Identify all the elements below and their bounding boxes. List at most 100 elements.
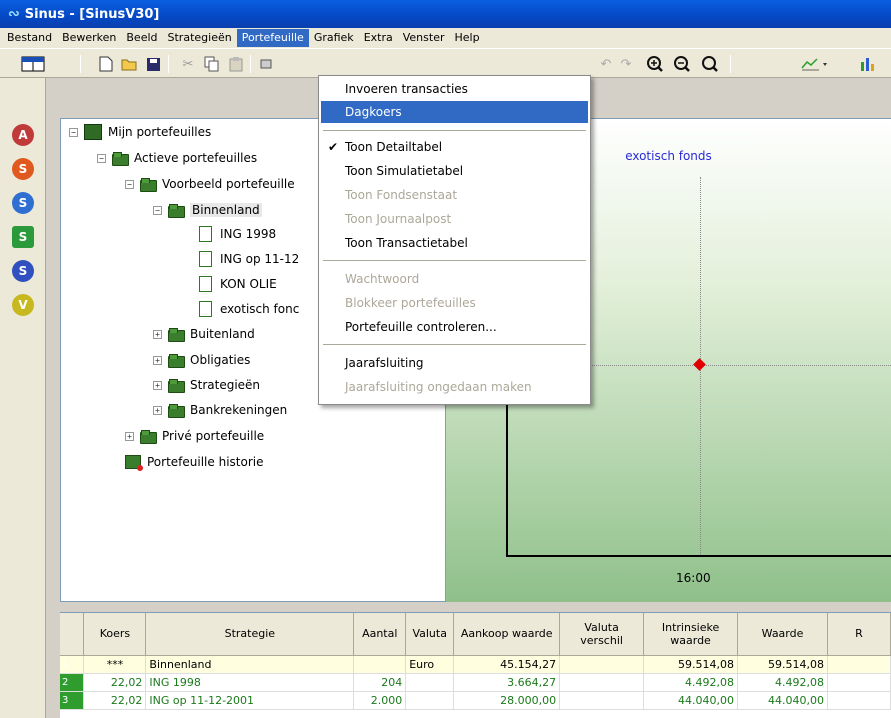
folder-icon [168,379,185,393]
tree-node-buitenland[interactable]: + Buitenland [153,325,255,343]
tree-node-root[interactable]: − Mijn portefeuilles [69,123,211,141]
menu-strategieen[interactable]: Strategieën [163,29,237,47]
tree-node-strategieen[interactable]: + Strategieën [153,376,260,394]
menu-portefeuille[interactable]: Portefeuille [236,29,309,47]
menu-item-toon-detailtabel[interactable]: ✔ Toon Detailtabel [321,136,588,158]
table-row[interactable]: 2 22,02 ING 1998 204 3.664,27 4.492,08 4… [60,673,891,692]
row-number: 3 [60,691,85,710]
expand-icon[interactable]: + [153,380,162,390]
header-aankoop[interactable]: Aankoop waarde [453,613,561,656]
table-header: Koers Strategie Aantal Valuta Aankoop wa… [60,613,891,656]
collapse-icon[interactable]: − [125,179,134,189]
window-title: Sinus - [SinusV30] [24,6,160,22]
strategy-green-icon[interactable]: S [12,226,34,248]
collapse-icon[interactable]: − [69,127,78,137]
menu-grafiek[interactable]: Grafiek [309,29,359,47]
menu-venster[interactable]: Venster [398,29,450,47]
history-folder-icon [125,455,143,471]
sell-strategy-icon[interactable]: A [12,124,34,146]
menu-item-toon-fondsenstaat: Toon Fondsenstaat [345,188,458,202]
folder-icon [168,354,185,368]
row-number: 1 [60,655,85,674]
strategy-blue-icon[interactable]: S [12,192,34,214]
zoom-out-icon[interactable] [672,54,692,74]
undo-icon[interactable]: ↶ [596,54,616,74]
tree-node-historie[interactable]: Portefeuille historie [125,453,263,471]
copy-icon[interactable] [202,54,222,74]
header-koers[interactable]: Koers [83,613,147,656]
chart-options-icon[interactable] [858,54,878,74]
zoom-in-icon[interactable] [645,54,665,74]
menu-bar: Bestand Bewerken Beeld Strategieën Porte… [0,28,891,48]
menu-item-toon-transactietabel[interactable]: Toon Transactietabel [321,232,588,254]
strategy-navy-icon[interactable]: S [12,260,34,282]
table-row[interactable]: 1 *** Binnenland Euro 45.154,27 59.514,0… [60,655,891,674]
tree-node-kon-olie[interactable]: KON OLIE [199,275,277,293]
expand-icon[interactable]: + [153,355,162,365]
strategy-red-icon[interactable]: S [12,158,34,180]
folder-icon [168,328,185,342]
portfolio-icon [84,124,102,140]
collapse-icon[interactable]: − [153,205,162,215]
tree-node-binnenland[interactable]: − Binnenland [153,201,262,219]
folder-icon [112,152,129,166]
checkmark-icon: ✔ [328,140,339,154]
detail-table: Koers Strategie Aantal Valuta Aankoop wa… [60,612,891,718]
header-aantal[interactable]: Aantal [353,613,407,656]
expand-icon[interactable]: + [153,405,162,415]
menu-beeld[interactable]: Beeld [121,29,162,47]
header-waarde[interactable]: Waarde [737,613,828,656]
redo-icon[interactable]: ↷ [616,54,636,74]
menu-item-toon-simulatietabel[interactable]: Toon Simulatietabel [321,160,588,182]
tree-node-example[interactable]: − Voorbeeld portefeuille [125,175,295,193]
tree-node-exotisch-fonds[interactable]: exotisch fonc [199,300,299,318]
menu-item-jaarafsluiting[interactable]: Jaarafsluiting [321,352,588,374]
open-folder-icon[interactable] [120,54,140,74]
menu-item-wachtwoord: Wachtwoord [345,272,420,286]
menu-extra[interactable]: Extra [359,29,398,47]
menu-item-invoeren-transacties[interactable]: Invoeren transacties [321,78,588,100]
header-r[interactable]: R [827,613,891,656]
expand-icon[interactable]: + [153,329,162,339]
header-verschil[interactable]: Valuta verschil [559,613,645,656]
menu-item-dagkoers[interactable]: Dagkoers [321,101,588,123]
new-file-icon[interactable] [96,54,116,74]
open-folder-icon [168,204,185,218]
menu-bestand[interactable]: Bestand [2,29,57,47]
expand-icon[interactable]: + [125,431,134,441]
tree-node-obligaties[interactable]: + Obligaties [153,351,250,369]
header-intrinsiek[interactable]: Intrinsieke waarde [643,613,739,656]
data-point[interactable] [693,358,706,371]
tree-node-prive[interactable]: + Privé portefeuille [125,427,264,445]
tree-node-active[interactable]: − Actieve portefeuilles [97,149,257,167]
row-number: 2 [60,673,85,692]
tree-node-ing-11-12[interactable]: ING op 11-12 [199,250,299,268]
document-icon [199,301,212,317]
menu-bewerken[interactable]: Bewerken [57,29,121,47]
menu-item-blokkeer-portefeuilles: Blokkeer portefeuilles [345,296,476,310]
toolbar: ✂ ↶ ↷ [0,48,891,78]
x-tick-label: 16:00 [676,571,711,585]
document-icon [199,276,212,292]
zoom-fit-icon[interactable] [700,54,720,74]
tree-node-bankrekeningen[interactable]: + Bankrekeningen [153,401,287,419]
header-valuta[interactable]: Valuta [405,613,455,656]
document-icon [199,226,212,242]
chart-type-icon[interactable] [800,54,830,74]
layout-icon[interactable] [20,54,46,74]
menu-separator [323,260,586,261]
folder-icon [140,430,157,444]
paste-icon[interactable] [226,54,246,74]
strategy-yellow-icon[interactable]: V [12,294,34,316]
cut-icon[interactable]: ✂ [178,54,198,74]
save-icon[interactable] [143,54,163,74]
collapse-icon[interactable]: − [97,153,106,163]
tree-node-ing-1998[interactable]: ING 1998 [199,225,276,243]
print-icon[interactable] [256,54,276,74]
document-icon [199,251,212,267]
table-row[interactable]: 3 22,02 ING op 11-12-2001 2.000 28.000,0… [60,691,891,710]
title-bar: ∾ Sinus - [SinusV30] [0,0,891,28]
menu-help[interactable]: Help [449,29,484,47]
menu-item-portefeuille-controleren[interactable]: Portefeuille controleren... [321,316,588,338]
header-strategie[interactable]: Strategie [145,613,355,656]
